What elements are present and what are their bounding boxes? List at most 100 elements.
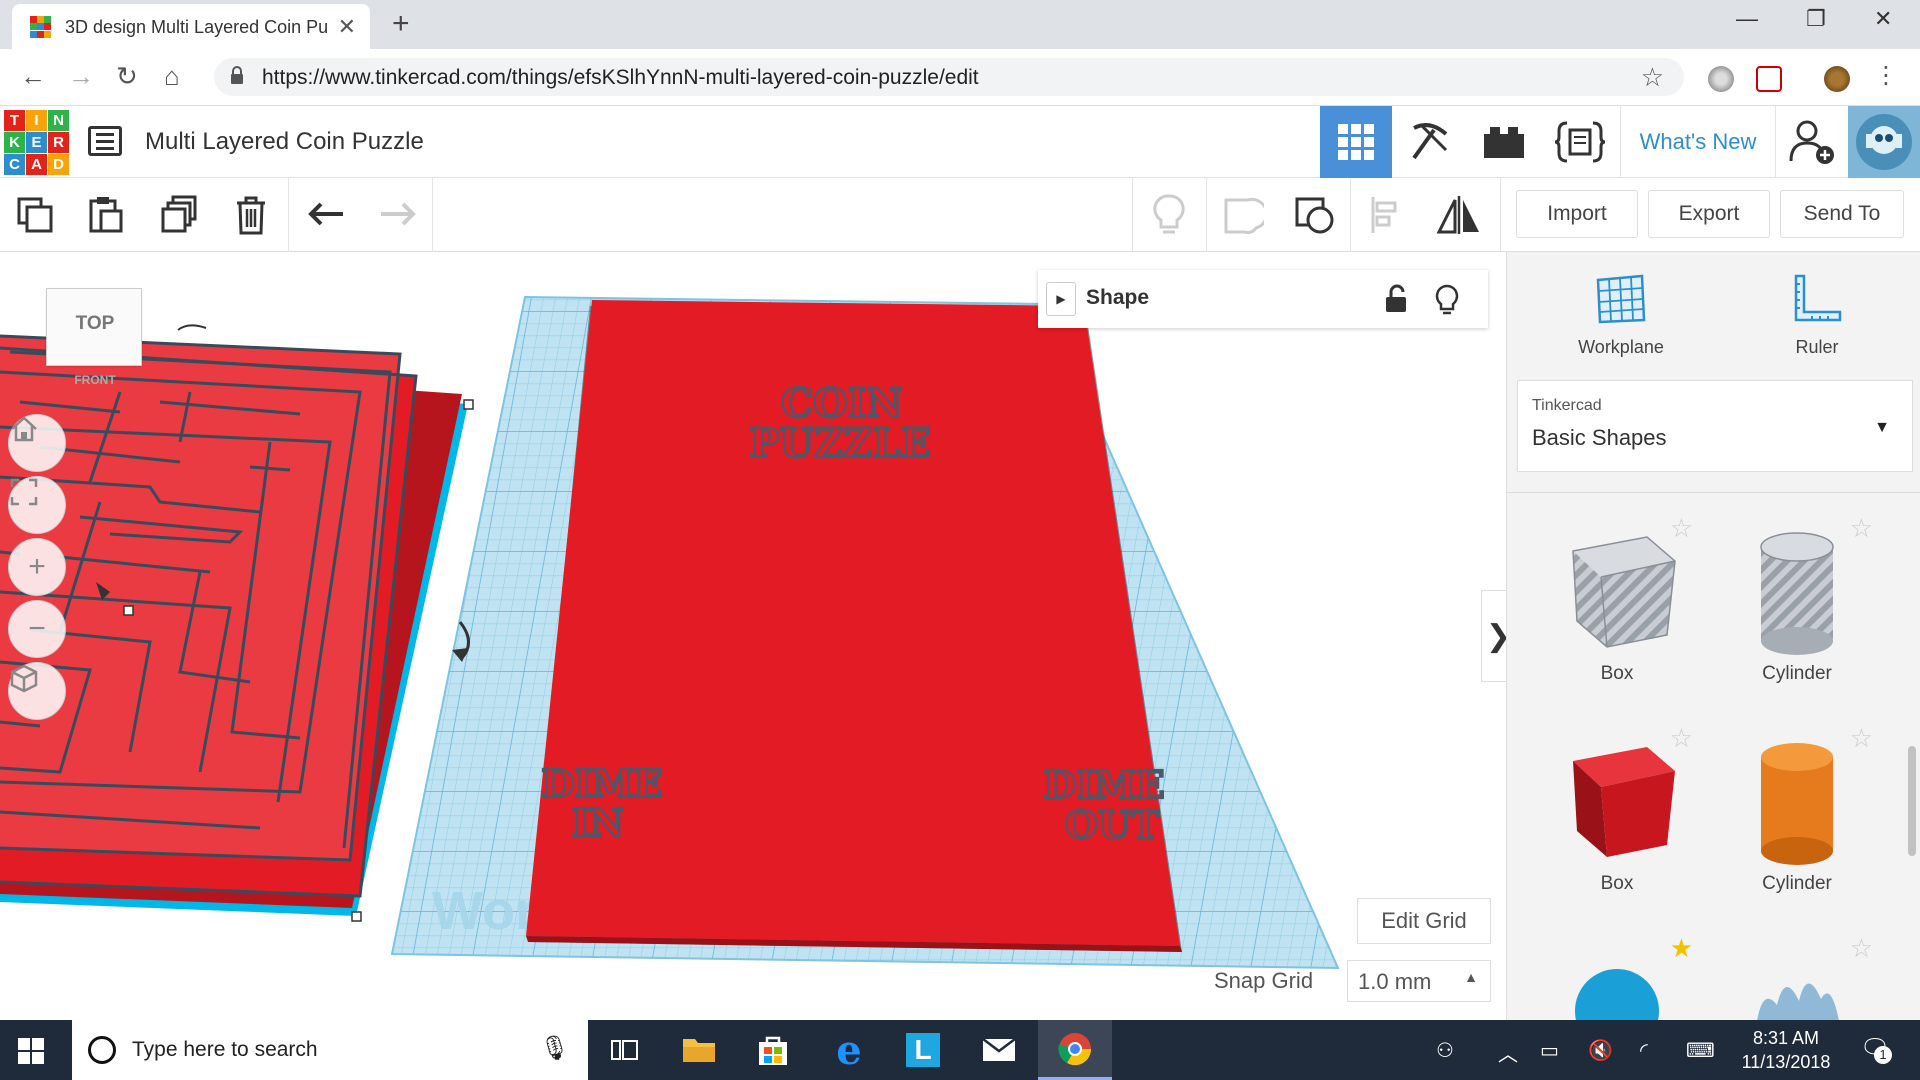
favorite-star-icon[interactable]: ☆ bbox=[1670, 723, 1693, 754]
3d-view-grid-button[interactable] bbox=[1320, 106, 1392, 178]
shapes-scrollbar[interactable] bbox=[1908, 746, 1916, 856]
user-avatar[interactable] bbox=[1848, 106, 1920, 178]
codeblocks-button[interactable] bbox=[1544, 106, 1616, 178]
perspective-toggle-button[interactable] bbox=[8, 662, 66, 720]
favorite-star-icon[interactable]: ☆ bbox=[1670, 513, 1693, 544]
paste-button[interactable] bbox=[82, 192, 128, 238]
edge-browser-button[interactable]: e bbox=[812, 1020, 886, 1080]
tab-close-icon[interactable]: ✕ bbox=[338, 14, 356, 40]
bookmark-star-icon[interactable]: ☆ bbox=[1641, 62, 1664, 93]
search-placeholder: Type here to search bbox=[132, 1038, 318, 1061]
keyboard-icon[interactable]: ⌨ bbox=[1686, 1038, 1715, 1063]
whats-new-link[interactable]: What's New bbox=[1620, 106, 1776, 178]
shape-panel-toggle[interactable]: ▶ bbox=[1046, 282, 1076, 316]
browser-tab[interactable]: 3D design Multi Layered Coin Pu ✕ bbox=[12, 4, 370, 49]
shape-scribble[interactable]: ☆ bbox=[1707, 921, 1887, 1020]
action-center-icon[interactable]: 🗨 1 bbox=[1860, 1034, 1892, 1064]
delete-button[interactable] bbox=[228, 192, 274, 238]
workplane-tool-label: Workplane bbox=[1578, 337, 1664, 357]
design-list-icon[interactable] bbox=[88, 126, 122, 156]
taskbar-clock[interactable]: 8:31 AM 11/13/2018 bbox=[1726, 1026, 1846, 1074]
address-bar[interactable]: https://www.tinkercad.com/things/efsKSlh… bbox=[214, 58, 1684, 96]
people-icon[interactable]: ⚇ bbox=[1436, 1038, 1454, 1063]
mail-app-button[interactable] bbox=[962, 1020, 1036, 1080]
align-button[interactable] bbox=[1364, 192, 1410, 238]
microphone-icon[interactable]: 🎙 bbox=[540, 1034, 570, 1063]
reload-icon[interactable]: ↻ bbox=[116, 61, 138, 92]
file-explorer-button[interactable] bbox=[662, 1020, 736, 1080]
tinkercad-logo[interactable]: T I N K E R C A D bbox=[4, 110, 69, 175]
window-restore-button[interactable]: ❐ bbox=[1806, 6, 1826, 32]
screen: 3D design Multi Layered Coin Pu ✕ + — ❐ … bbox=[0, 0, 1920, 1080]
window-minimize-button[interactable]: — bbox=[1736, 6, 1758, 32]
zoom-in-button[interactable]: + bbox=[8, 538, 66, 596]
zoom-out-button[interactable]: − bbox=[8, 600, 66, 658]
window-close-button[interactable]: ✕ bbox=[1874, 6, 1892, 32]
copy-button[interactable] bbox=[12, 192, 58, 238]
send-to-button[interactable]: Send To bbox=[1780, 190, 1904, 238]
extension-icon[interactable] bbox=[1708, 66, 1734, 92]
favorite-star-icon[interactable]: ★ bbox=[1670, 933, 1693, 964]
back-arrow-icon[interactable]: ← bbox=[20, 61, 46, 92]
edit-grid-button[interactable]: Edit Grid bbox=[1357, 898, 1491, 944]
microsoft-store-button[interactable] bbox=[736, 1020, 810, 1080]
shape-cylinder-hole[interactable]: ☆ Cylinder bbox=[1707, 501, 1887, 701]
invite-user-button[interactable] bbox=[1776, 106, 1848, 178]
show-hidden-icons-chevron-up-icon[interactable]: ︿ bbox=[1498, 1038, 1518, 1067]
windows-start-icon[interactable] bbox=[18, 1038, 44, 1064]
view-cube-front[interactable]: FRONT bbox=[47, 373, 143, 387]
shape-cylinder[interactable]: ☆ Cylinder bbox=[1707, 711, 1887, 911]
favorite-star-icon[interactable]: ☆ bbox=[1850, 723, 1873, 754]
favorite-star-icon[interactable]: ☆ bbox=[1850, 513, 1873, 544]
view-cube-top[interactable]: TOP bbox=[47, 313, 143, 335]
show-all-button[interactable] bbox=[1146, 192, 1192, 238]
3d-viewport[interactable]: Workplane COIN PUZZLE DIME IN DIME OUT bbox=[0, 252, 1506, 1020]
chrome-browser-button[interactable] bbox=[1038, 1020, 1112, 1080]
scene-canvas[interactable]: Workplane COIN PUZZLE DIME IN DIME OUT bbox=[0, 252, 1506, 1020]
browser-menu-icon[interactable]: ⋮ bbox=[1874, 61, 1898, 90]
shape-box-hole[interactable]: ☆ Box bbox=[1527, 501, 1707, 701]
shape-sphere[interactable]: ★ bbox=[1527, 921, 1707, 1020]
taskbar-search-box[interactable]: Type here to search 🎙 bbox=[72, 1020, 588, 1080]
lego-brick-button[interactable] bbox=[1468, 106, 1540, 178]
ruler-tool[interactable]: Ruler bbox=[1747, 272, 1887, 358]
workplane-tool[interactable]: Workplane bbox=[1551, 272, 1691, 358]
mirror-button[interactable] bbox=[1436, 192, 1482, 238]
duplicate-button[interactable] bbox=[156, 192, 202, 238]
shape-box[interactable]: ☆ Box bbox=[1527, 711, 1707, 911]
visibility-lightbulb-icon[interactable] bbox=[1434, 284, 1460, 316]
shape-library-select[interactable]: Tinkercad Basic Shapes ▼ bbox=[1517, 380, 1913, 472]
new-tab-button[interactable]: + bbox=[392, 7, 410, 41]
maze-layer-stack[interactable] bbox=[0, 324, 474, 922]
undo-button[interactable] bbox=[304, 192, 350, 238]
volume-muted-icon[interactable]: 🔇 bbox=[1588, 1038, 1613, 1063]
home-icon[interactable]: ⌂ bbox=[164, 61, 180, 92]
copy-icon bbox=[17, 197, 53, 233]
forward-arrow-icon[interactable]: → bbox=[68, 61, 94, 92]
pocket-extension-icon[interactable] bbox=[1756, 66, 1782, 92]
pickaxe-icon bbox=[1412, 123, 1448, 160]
mirror-icon bbox=[1436, 196, 1479, 234]
task-view-button[interactable] bbox=[588, 1020, 662, 1080]
wifi-icon[interactable]: ◜ bbox=[1640, 1038, 1648, 1063]
view-cube[interactable]: TOP FRONT bbox=[46, 288, 143, 387]
battery-icon[interactable]: ▭ bbox=[1540, 1038, 1559, 1063]
home-view-button[interactable] bbox=[8, 414, 66, 472]
l-app-button[interactable]: L bbox=[886, 1020, 960, 1080]
duplicate-icon bbox=[161, 195, 197, 233]
unlock-icon[interactable] bbox=[1382, 284, 1410, 314]
clock-time: 8:31 AM bbox=[1752, 1028, 1820, 1048]
favorite-star-icon[interactable]: ☆ bbox=[1850, 933, 1873, 964]
caret-up-icon: ▲ bbox=[1464, 969, 1478, 985]
group-button[interactable] bbox=[1220, 192, 1266, 238]
redo-button[interactable] bbox=[374, 192, 420, 238]
fit-view-button[interactable] bbox=[8, 476, 66, 534]
design-title[interactable]: Multi Layered Coin Puzzle bbox=[145, 128, 424, 156]
profile-avatar[interactable] bbox=[1824, 66, 1850, 92]
snap-grid-select[interactable]: 1.0 mm ▲ bbox=[1347, 960, 1491, 1002]
import-button[interactable]: Import bbox=[1516, 190, 1638, 238]
export-button[interactable]: Export bbox=[1648, 190, 1770, 238]
ungroup-button[interactable] bbox=[1292, 192, 1338, 238]
minecraft-pickaxe-button[interactable] bbox=[1394, 106, 1466, 178]
collapse-panel-button[interactable]: ❯ bbox=[1481, 590, 1506, 682]
